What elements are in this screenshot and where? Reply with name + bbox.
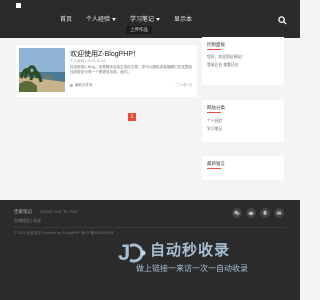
footer-links[interactable]: 在线短信 | 站长 bbox=[14, 218, 41, 224]
category-link-experience[interactable]: 个人经验 bbox=[207, 119, 222, 124]
folder-icon bbox=[70, 84, 73, 87]
footer-site-title: 佳家笔记 bbox=[14, 209, 32, 214]
footer-social-icons bbox=[228, 208, 284, 218]
email-icon[interactable] bbox=[274, 208, 284, 218]
widget-title-underline bbox=[207, 112, 221, 113]
widget-control-panel: 控制面板 您好，欢迎到访网站！ 登录后台 查看日志 bbox=[202, 37, 284, 85]
watermark-logo-icon: J bbox=[118, 240, 150, 265]
svg-text:J: J bbox=[118, 240, 130, 264]
footer-slogan: Good Luck To You! bbox=[40, 209, 78, 214]
post-category[interactable]: 最新文件夹 bbox=[70, 83, 93, 88]
search-icon[interactable] bbox=[278, 12, 287, 25]
qq-icon[interactable] bbox=[260, 208, 270, 218]
watermark-subtitle: 做上链接一来访一次一自动收录 bbox=[136, 264, 248, 273]
nav-dropdown-tip[interactable]: 上传作品 bbox=[126, 26, 152, 34]
widget-login-links[interactable]: 登录后台 查看日志 bbox=[207, 63, 238, 68]
nav-item-home[interactable]: 首页 bbox=[60, 14, 72, 23]
widget-title: 网站分类 bbox=[207, 105, 225, 110]
post-meta: 个人经验 • 2024-12-13 bbox=[70, 59, 106, 63]
weibo-icon[interactable] bbox=[246, 208, 256, 218]
widget-latest-comments: 最新留言 bbox=[202, 156, 284, 180]
main-nav: 首页 个人经验 学习笔记 显示本 bbox=[60, 14, 206, 23]
widget-title-underline bbox=[207, 49, 221, 50]
site-logo[interactable] bbox=[16, 3, 21, 8]
post-category-label: 最新文件夹 bbox=[75, 83, 93, 87]
wechat-icon[interactable] bbox=[232, 208, 242, 218]
category-link-notes[interactable]: 学习笔记 bbox=[207, 127, 222, 132]
widget-welcome-text: 您好，欢迎到访网站！ bbox=[207, 55, 245, 59]
nav-item-display[interactable]: 显示本 bbox=[174, 14, 192, 23]
post-excerpt: 欢迎使用Z-Blog，这是程序自动生成的文章。您可以删除或者编辑它在这里面找到更… bbox=[70, 65, 192, 74]
post-title[interactable]: 欢迎使用Z-BlogPHP！ bbox=[70, 49, 140, 59]
top-navbar: 首页 个人经验 学习笔记 显示本 上传作品 bbox=[0, 0, 300, 38]
footer-copyright: © 2024 佳家笔记 Powered by Z-BlogPHP 浙ICP备00… bbox=[14, 231, 114, 235]
pagination-page-1[interactable]: 1 bbox=[128, 113, 136, 121]
widget-title: 控制面板 bbox=[207, 42, 225, 47]
widget-title: 最新留言 bbox=[207, 161, 225, 166]
footer-divider bbox=[14, 227, 286, 228]
post-thumbnail[interactable] bbox=[19, 48, 65, 92]
post-card: 欢迎使用Z-BlogPHP！ 个人经验 • 2024-12-13 欢迎使用Z-B… bbox=[16, 45, 197, 97]
nav-item-experience[interactable]: 个人经验 bbox=[86, 14, 116, 23]
nav-item-notes[interactable]: 学习笔记 bbox=[130, 14, 160, 23]
watermark-title: 自动秒收录 bbox=[150, 242, 231, 259]
post-stats: ▢ 0 👁 93 bbox=[175, 83, 192, 87]
widget-categories: 网站分类 个人经验 学习笔记 bbox=[202, 100, 284, 142]
widget-title-underline bbox=[207, 168, 221, 169]
